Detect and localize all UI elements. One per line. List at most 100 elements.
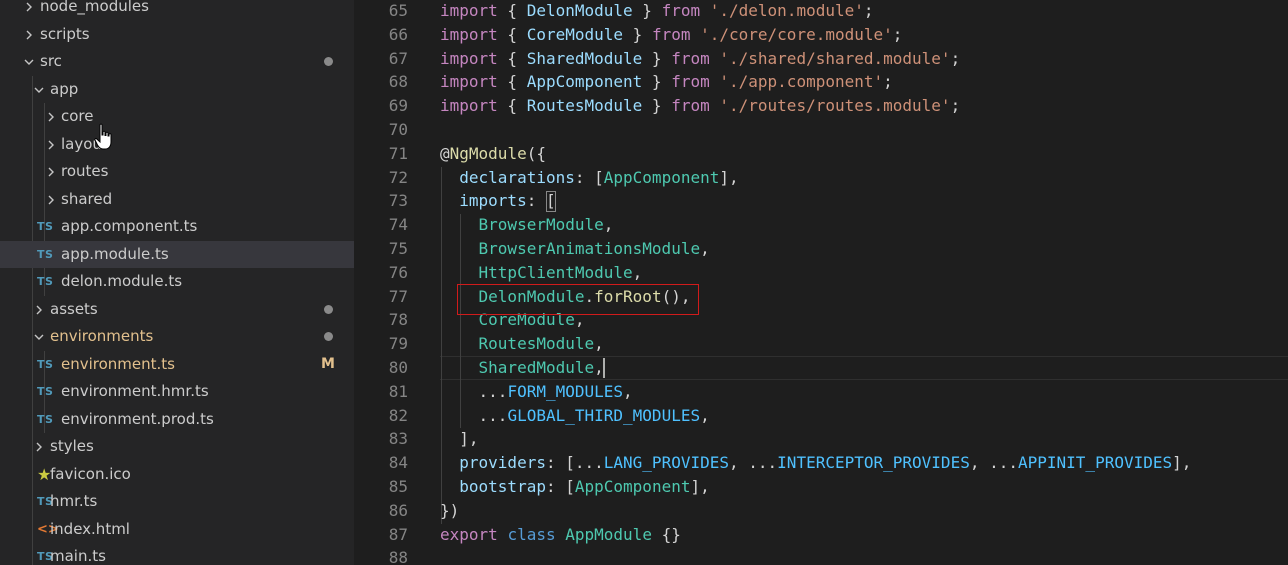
code-line[interactable]: 68 import { AppComponent } from './app.co… <box>354 70 1288 94</box>
line-number: 83 <box>388 429 408 449</box>
line-number: 81 <box>388 381 408 401</box>
code-text: SharedModule, <box>478 358 604 377</box>
text-caret <box>603 358 606 378</box>
explorer-file[interactable]: <> index.html <box>0 516 354 543</box>
explorer-item-label: src <box>40 52 62 70</box>
code-line[interactable]: 81 ...FORM_MODULES, <box>354 380 1288 404</box>
explorer-item-label: delon.module.ts <box>61 272 183 290</box>
code-line[interactable]: 69 import { RoutesModule } from './routes… <box>354 94 1288 118</box>
code-line[interactable]: 84 providers: [...LANG_PROVIDES, ...INTE… <box>354 451 1288 475</box>
line-number: 76 <box>388 262 408 282</box>
explorer-folder[interactable]: core <box>0 103 354 130</box>
explorer-folder[interactable]: assets <box>0 296 354 323</box>
code-line[interactable]: 82 ...GLOBAL_THIRD_MODULES, <box>354 404 1288 428</box>
explorer-folder[interactable]: environments <box>0 323 354 350</box>
explorer-item-label: app <box>50 79 79 98</box>
explorer-file[interactable]: TS environment.prod.ts <box>0 406 354 433</box>
code-text: import { DelonModule } from './delon.mod… <box>440 1 874 20</box>
code-line[interactable]: 67 import { SharedModule } from './shared… <box>354 47 1288 71</box>
chevron-right-icon <box>32 433 46 460</box>
explorer-item-label: index.html <box>50 519 130 538</box>
explorer-file[interactable]: TS environment.hmr.ts <box>0 378 354 405</box>
line-number: 65 <box>388 1 408 20</box>
code-line[interactable]: 87 export class AppModule {} <box>354 523 1288 547</box>
code-line[interactable]: 79 RoutesModule, <box>354 332 1288 356</box>
line-number: 74 <box>388 215 408 235</box>
code-text: BrowserAnimationsModule, <box>478 239 710 258</box>
code-line[interactable]: 74 BrowserModule, <box>354 213 1288 237</box>
chevron-right-icon <box>44 131 58 158</box>
code-text: ], <box>440 429 479 449</box>
line-number: 80 <box>388 358 408 377</box>
line-number: 71 <box>388 143 408 163</box>
chevron-down-icon <box>32 76 46 103</box>
explorer-file[interactable]: TS app.component.ts <box>0 213 354 240</box>
chevron-right-icon <box>44 103 58 130</box>
bracket-match-box <box>545 191 557 213</box>
explorer-folder[interactable]: node_modules <box>0 0 354 20</box>
code-line[interactable]: 75 BrowserAnimationsModule, <box>354 237 1288 261</box>
explorer-folder[interactable]: shared <box>0 186 354 213</box>
line-number: 67 <box>388 48 408 68</box>
explorer-file[interactable]: TS environment.ts M <box>0 351 354 378</box>
code-text: HttpClientModule, <box>478 262 643 282</box>
explorer-file[interactable]: TS delon.module.ts <box>0 268 354 295</box>
code-line[interactable]: 73 imports: [ <box>354 189 1288 213</box>
explorer-file[interactable]: ★ favicon.ico <box>0 461 354 488</box>
explorer-file[interactable]: TS hmr.ts <box>0 488 354 515</box>
code-line[interactable]: 83 ], <box>354 427 1288 451</box>
explorer-folder[interactable]: src <box>0 48 354 75</box>
code-line[interactable]: 72 declarations: [AppComponent], <box>354 166 1288 190</box>
code-text: ...FORM_MODULES, <box>440 381 633 401</box>
explorer-item-label: styles <box>50 437 94 455</box>
line-number: 86 <box>388 500 408 520</box>
code-text: @NgModule({ <box>440 143 546 163</box>
explorer-folder[interactable]: routes <box>0 158 354 185</box>
line-number: 69 <box>388 96 408 116</box>
explorer-folder[interactable]: layout <box>0 131 354 158</box>
chevron-right-icon <box>22 0 36 20</box>
explorer-item-label: scripts <box>40 24 90 43</box>
changes-dot-icon <box>324 332 333 341</box>
code-line[interactable]: 86}) <box>354 499 1288 523</box>
code-line[interactable]: 65 import { DelonModule } from './delon.m… <box>354 0 1288 23</box>
explorer-folder[interactable]: scripts <box>0 21 354 48</box>
code-line[interactable]: 70 <box>354 118 1288 142</box>
line-number: 77 <box>388 286 408 306</box>
chevron-right-icon <box>44 158 58 185</box>
code-text: import { CoreModule } from './core/core.… <box>440 24 903 44</box>
code-line[interactable]: 76 HttpClientModule, <box>354 261 1288 285</box>
code-line[interactable]: 71 @NgModule({ <box>354 142 1288 166</box>
code-text: import { AppComponent } from './app.comp… <box>440 72 893 92</box>
code-line[interactable]: 80 SharedModule, <box>354 356 1288 380</box>
explorer-file[interactable]: TS app.module.ts <box>0 240 354 268</box>
code-line[interactable]: 85 bootstrap: [AppComponent], <box>354 475 1288 499</box>
line-number: 87 <box>388 524 408 544</box>
changes-dot-icon <box>324 304 333 314</box>
explorer-folder[interactable]: styles <box>0 433 354 460</box>
code-editor[interactable]: 65 import { DelonModule } from './delon.m… <box>354 0 1288 565</box>
modified-badge: M <box>321 355 335 372</box>
typescript-file-icon: TS <box>37 220 54 233</box>
explorer-folder[interactable]: app <box>0 76 354 103</box>
code-text: export class AppModule {} <box>440 524 681 544</box>
changes-dot-icon <box>324 57 333 66</box>
chevron-right-icon <box>22 21 36 48</box>
code-text: imports: [ <box>459 191 556 211</box>
explorer-item-label: app.component.ts <box>61 217 198 235</box>
explorer-item-label: node_modules <box>40 0 149 15</box>
explorer-item-label: main.ts <box>50 547 106 565</box>
line-number: 75 <box>388 239 408 258</box>
code-text: }) <box>440 500 460 520</box>
explorer-file[interactable]: TS main.ts <box>0 543 354 565</box>
explorer-item-label: assets <box>50 299 98 318</box>
line-number: 79 <box>388 334 408 354</box>
code-text: import { RoutesModule } from './routes/r… <box>440 96 961 116</box>
explorer-item-label: environment.hmr.ts <box>61 382 209 400</box>
line-number: 73 <box>388 191 408 211</box>
typescript-file-icon: TS <box>37 247 54 261</box>
typescript-file-icon: TS <box>37 385 54 398</box>
code-line[interactable]: 88 <box>354 546 1288 565</box>
typescript-file-icon: TS <box>37 275 54 288</box>
code-line[interactable]: 66 import { CoreModule } from './core/cor… <box>354 23 1288 47</box>
